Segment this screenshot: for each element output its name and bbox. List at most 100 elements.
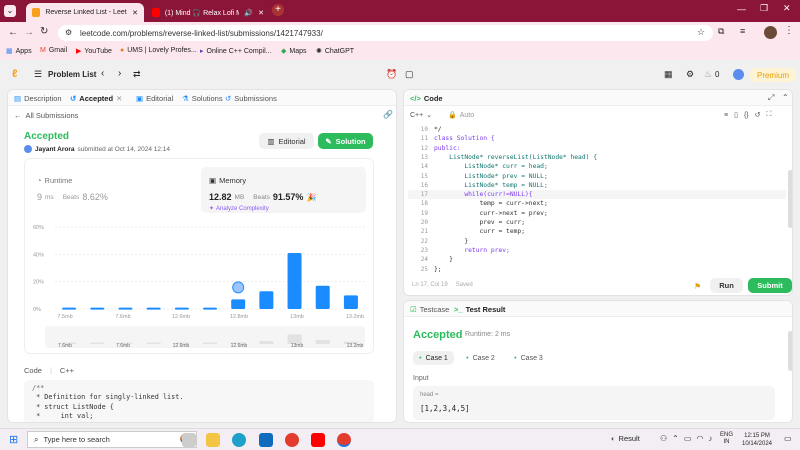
chart-bar[interactable] xyxy=(315,285,330,309)
chart-bar[interactable] xyxy=(259,291,274,309)
url-field[interactable]: ⚙ leetcode.com/problems/reverse-linked-l… xyxy=(58,25,713,41)
bookmark-cpp-compiler[interactable]: ▸ Online C++ Compil... xyxy=(200,47,272,56)
braces-icon[interactable]: {} xyxy=(744,112,749,119)
weather-widget[interactable]: ◐ Result xyxy=(611,434,640,443)
run-button[interactable]: Run xyxy=(710,278,743,293)
maximize-icon[interactable]: ❐ xyxy=(760,3,768,14)
list-icon[interactable]: ☰ xyxy=(34,69,42,80)
settings-icon[interactable]: ⚙ xyxy=(686,69,694,80)
premium-button[interactable]: Premium xyxy=(750,68,796,82)
next-problem-icon[interactable]: › xyxy=(118,68,121,79)
chart-bar[interactable] xyxy=(62,307,77,310)
bookmark-ums[interactable]: ● UMS | Lovely Profes... xyxy=(120,47,197,54)
submit-button[interactable]: Submit xyxy=(748,278,792,293)
runtime-card[interactable]: ◔ Runtime 9 ms Beats 8.62% xyxy=(31,167,196,213)
tab-submissions[interactable]: ↺ Submissions xyxy=(225,94,277,103)
media-icon[interactable]: ≡ xyxy=(740,26,745,36)
chart-bar[interactable] xyxy=(146,307,161,310)
collapse-icon[interactable]: ⌃ xyxy=(782,93,789,102)
code-area[interactable]: 10 */11 class Solution {12 public: 13 ListNo… xyxy=(408,125,786,273)
browser-tab-lofi[interactable]: (1) Mind 🎧 Relax Lofi Music 🔊 ✕ xyxy=(146,3,270,22)
chart-bar[interactable] xyxy=(231,299,246,309)
bookmark-gmail[interactable]: M Gmail xyxy=(40,47,67,54)
format-icon[interactable]: ≡ xyxy=(724,112,728,119)
chrome-active-icon[interactable] xyxy=(337,433,351,447)
people-icon[interactable]: ⚇ xyxy=(660,434,667,443)
bookmark-apps[interactable]: ▦ Apps xyxy=(6,47,32,56)
bookmark-maps[interactable]: ◆ Maps xyxy=(281,47,307,56)
chevron-up-icon[interactable]: ⌃ xyxy=(672,434,679,443)
expand-icon[interactable]: ⤢ xyxy=(768,93,774,103)
browser-tab-leetcode[interactable]: Reverse Linked List - LeetCode ✕ xyxy=(26,3,144,22)
editor-scrollbar[interactable] xyxy=(788,170,792,228)
notes-icon[interactable]: ▢ xyxy=(405,69,414,80)
menu-dots-icon[interactable]: ⋮ xyxy=(784,25,794,36)
tab-editorial[interactable]: ▣ Editorial xyxy=(136,94,173,103)
username[interactable]: Jayant Arora xyxy=(35,146,75,153)
bookmark-youtube[interactable]: ▶ YouTube xyxy=(76,47,112,56)
fire-icon[interactable]: ♨ xyxy=(704,69,712,80)
memory-card[interactable]: ▣ Memory 12.82 MB Beats 91.57% 🎉 ✦ Analyze… xyxy=(201,167,366,213)
tab-search-button[interactable]: ⌄ xyxy=(4,5,16,17)
user-avatar[interactable] xyxy=(24,145,32,153)
extensions-icon[interactable]: ⧉ xyxy=(718,26,724,37)
shuffle-icon[interactable]: ⇄ xyxy=(133,69,141,80)
reset-icon[interactable]: ↺ xyxy=(755,111,761,119)
task-view-icon[interactable] xyxy=(182,433,196,447)
chart-bar[interactable] xyxy=(174,307,189,310)
auto-mode-toggle[interactable]: 🔒 Auto xyxy=(448,111,474,120)
speaker-icon[interactable]: 🔊 xyxy=(244,9,253,17)
close-icon[interactable]: ✕ xyxy=(258,9,264,17)
prev-problem-icon[interactable]: ‹ xyxy=(101,68,104,79)
bookmark-icon[interactable]: ▯ xyxy=(734,111,738,119)
all-submissions-link[interactable]: ← All Submissions xyxy=(14,111,78,120)
tab-solutions[interactable]: ⚗ Solutions xyxy=(182,94,223,103)
back-arrow-icon[interactable]: ← xyxy=(8,27,18,38)
language-indicator[interactable]: ENG IN xyxy=(720,432,733,446)
chart-bar[interactable] xyxy=(343,295,358,309)
timer-icon[interactable]: ⏰ xyxy=(386,69,397,80)
fullscreen-icon[interactable]: ⛶ xyxy=(767,111,772,119)
notification-icon[interactable]: ▭ xyxy=(784,434,792,443)
editorial-button[interactable]: ▥ Editorial xyxy=(259,133,314,149)
chart-overview-strip[interactable] xyxy=(45,326,365,348)
chart-bar[interactable] xyxy=(90,307,105,310)
chart-bar[interactable] xyxy=(203,307,217,310)
problem-list-link[interactable]: Problem List xyxy=(48,70,96,79)
link-icon[interactable]: 🔗 xyxy=(383,110,393,119)
tab-test-result[interactable]: >_ Test Result xyxy=(454,305,505,314)
windows-start-icon[interactable]: ⊞ xyxy=(9,433,18,446)
battery-icon[interactable]: ▭ xyxy=(684,434,692,443)
youtube-app-icon[interactable] xyxy=(311,433,325,447)
site-info-icon[interactable]: ⚙ xyxy=(65,28,72,37)
solution-button[interactable]: ✎ Solution xyxy=(318,133,373,149)
wifi-icon[interactable]: ◠ xyxy=(696,434,703,443)
case-1-tab[interactable]: • Case 1 xyxy=(413,351,454,365)
window-close-icon[interactable]: ✕ xyxy=(783,3,791,14)
clock[interactable]: 12:15 PM 10/14/2024 xyxy=(738,432,776,448)
case-2-tab[interactable]: • Case 2 xyxy=(460,351,501,365)
chart-bar[interactable] xyxy=(287,252,302,309)
bookmark-star-icon[interactable]: ☆ xyxy=(697,27,705,38)
tab-accepted[interactable]: ↺ Accepted ✕ xyxy=(70,94,122,103)
leetcode-logo-icon[interactable]: ℓ xyxy=(12,68,17,80)
chrome-icon[interactable] xyxy=(285,433,299,447)
case-3-tab[interactable]: • Case 3 xyxy=(508,351,549,365)
submitted-code-block[interactable]: /** * Definition for singly-linked list.… xyxy=(24,380,374,422)
edge-icon[interactable] xyxy=(232,433,246,447)
language-select[interactable]: C++ ⌄ xyxy=(410,111,432,120)
bookmark-chatgpt[interactable]: ✺ ChatGPT xyxy=(316,47,354,56)
tab-description[interactable]: ▤ Description xyxy=(14,94,62,103)
profile-avatar[interactable] xyxy=(764,26,777,39)
mail-icon[interactable] xyxy=(259,433,273,447)
layout-icon[interactable]: ▦ xyxy=(664,69,673,80)
volume-icon[interactable]: ♪ xyxy=(708,434,712,443)
result-scrollbar[interactable] xyxy=(788,331,792,371)
close-icon[interactable]: ✕ xyxy=(116,94,122,103)
analyze-complexity-link[interactable]: ✦ Analyze Complexity xyxy=(209,205,269,213)
close-icon[interactable]: ✕ xyxy=(132,9,138,17)
minimize-icon[interactable]: — xyxy=(737,4,746,14)
taskbar-search-box[interactable]: ⌕ Type here to search 🍪 xyxy=(27,431,197,448)
forward-arrow-icon[interactable]: → xyxy=(24,27,34,38)
new-tab-button[interactable]: + xyxy=(272,4,284,16)
